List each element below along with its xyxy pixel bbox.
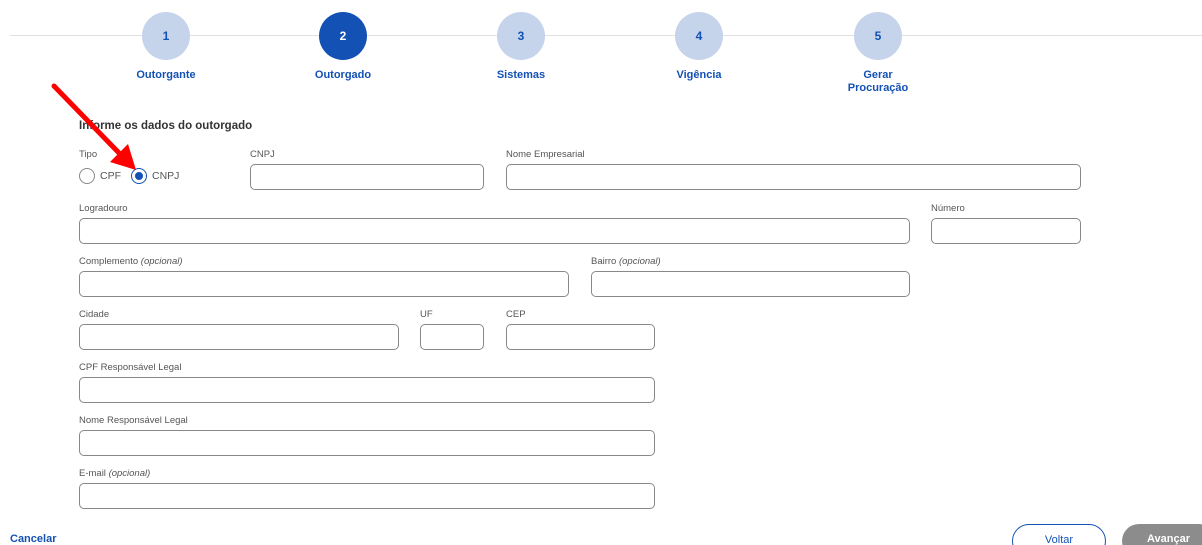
step-number-circle: 3 [497, 12, 545, 60]
numero-input[interactable] [931, 218, 1081, 244]
cancel-link[interactable]: Cancelar [10, 533, 56, 545]
step-number-circle: 1 [142, 12, 190, 60]
step-label: Gerar Procuração [847, 69, 909, 94]
logradouro-label: Logradouro [79, 203, 128, 214]
cpf-responsavel-input[interactable] [79, 377, 655, 403]
cnpj-input[interactable] [250, 164, 484, 190]
optional-hint: (opcional) [140, 256, 183, 267]
step-vigencia[interactable]: 4 Vigência [629, 12, 769, 82]
step-label: Sistemas [496, 69, 546, 81]
cidade-input[interactable] [79, 324, 399, 350]
optional-hint: (opcional) [108, 468, 151, 479]
step-label: Outorgado [314, 69, 372, 81]
step-outorgado[interactable]: 2 Outorgado [273, 12, 413, 82]
step-number-circle: 2 [319, 12, 367, 60]
step-number-circle: 4 [675, 12, 723, 60]
bairro-label: Bairro (opcional) [591, 256, 661, 267]
cep-label: CEP [506, 309, 526, 320]
complemento-label-text: Complemento [79, 256, 139, 267]
cnpj-label: CNPJ [250, 149, 275, 160]
complemento-input[interactable] [79, 271, 569, 297]
bairro-input[interactable] [591, 271, 910, 297]
optional-hint: (opcional) [618, 256, 661, 267]
cpf-responsavel-label: CPF Responsável Legal [79, 362, 182, 373]
red-arrow-annotation-icon [51, 83, 136, 170]
email-input[interactable] [79, 483, 655, 509]
bairro-label-text: Bairro [591, 256, 617, 267]
email-label: E-mail (opcional) [79, 468, 150, 479]
next-button[interactable]: Avançar [1122, 524, 1202, 545]
step-gerar-procuracao[interactable]: 5 Gerar Procuração [808, 12, 948, 95]
email-label-text: E-mail [79, 468, 106, 479]
radio-cnpj-label[interactable]: CNPJ [152, 170, 179, 182]
nome-empresarial-label: Nome Empresarial [506, 149, 585, 160]
uf-label: UF [420, 309, 433, 320]
uf-input[interactable] [420, 324, 484, 350]
nome-responsavel-input[interactable] [79, 430, 655, 456]
step-sistemas[interactable]: 3 Sistemas [451, 12, 591, 82]
back-button[interactable]: Voltar [1012, 524, 1106, 545]
logradouro-input[interactable] [79, 218, 910, 244]
nome-responsavel-label: Nome Responsável Legal [79, 415, 188, 426]
nome-empresarial-input[interactable] [506, 164, 1081, 190]
cidade-label: Cidade [79, 309, 110, 320]
complemento-label: Complemento (opcional) [79, 256, 183, 267]
numero-label: Número [931, 203, 965, 214]
step-label: Vigência [676, 69, 722, 81]
step-outorgante[interactable]: 1 Outorgante [96, 12, 236, 82]
step-number-circle: 5 [854, 12, 902, 60]
cep-input[interactable] [506, 324, 655, 350]
